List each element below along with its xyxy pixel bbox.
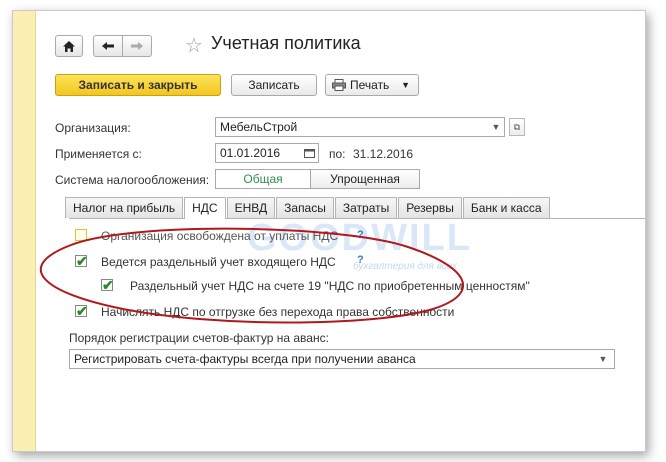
- tab-vat[interactable]: НДС: [184, 197, 226, 219]
- annotation-oval: [39, 227, 464, 324]
- window: ☆ Учетная политика Записать и закрыть За…: [12, 10, 646, 452]
